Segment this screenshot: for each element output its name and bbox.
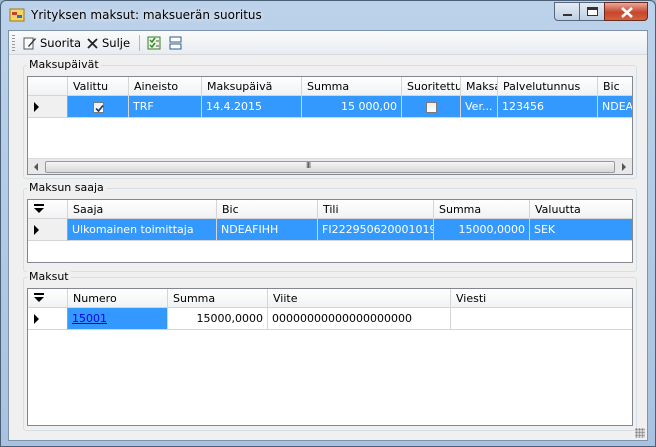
toolbar: Suorita Sulje (9, 31, 647, 55)
row-header-corner[interactable] (28, 200, 68, 219)
col-maksupaiva[interactable]: Maksupäivä (202, 77, 302, 96)
saaja-cell[interactable]: Ulkomainen toimittaja (68, 219, 217, 241)
maksun-saaja-group: Maksun saaja Saaja Bic Tili Summa Valuut… (23, 181, 637, 272)
table-row[interactable]: Ulkomainen toimittaja NDEAFIHH FI2229506… (28, 219, 632, 241)
row-header-corner (28, 77, 68, 96)
col-viite[interactable]: Viite (268, 289, 451, 308)
numero-link[interactable]: 15001 (72, 312, 107, 325)
col-suoritettu[interactable]: Suoritettu (402, 77, 461, 96)
maximize-button[interactable] (579, 2, 605, 21)
checklist-icon (147, 36, 161, 50)
main-window: Yrityksen maksut: maksuerän suoritus Suo… (0, 0, 656, 447)
sulje-label: Sulje (102, 36, 131, 50)
viite-cell[interactable]: 00000000000000000000 (268, 308, 451, 330)
maksupaivat-header: Valittu Aineisto Maksupäivä Summa Suorit… (28, 77, 632, 96)
horizontal-scrollbar[interactable]: III (28, 158, 632, 174)
scroll-right-icon[interactable] (617, 160, 631, 174)
maksa-cell[interactable]: Ver... (461, 96, 498, 118)
checkmark-icon (94, 104, 104, 112)
maksupaivat-legend: Maksupäivät (27, 58, 101, 71)
row-header-corner[interactable] (28, 289, 68, 308)
table-row[interactable]: 15001 15000,0000 00000000000000000000 (28, 308, 632, 330)
col-saaja[interactable]: Saaja (68, 200, 217, 219)
col-summa[interactable]: Summa (302, 77, 402, 96)
maksut-grid: Numero Summa Viite Viesti 15001 15000,00… (27, 288, 633, 426)
scrollbar-thumb[interactable]: III (45, 161, 615, 173)
col-bic[interactable]: Bic (217, 200, 318, 219)
edit-pencil-icon (23, 37, 36, 50)
current-row-arrow-icon (34, 102, 39, 112)
scroll-grip: III (306, 161, 311, 170)
maximize-icon (587, 7, 598, 16)
col-numero[interactable]: Numero (68, 289, 168, 308)
maksut-header: Numero Summa Viite Viesti (28, 289, 632, 308)
col-summa[interactable]: Summa (168, 289, 268, 308)
current-row-arrow-icon (34, 314, 39, 324)
col-valuutta[interactable]: Valuutta (530, 200, 632, 219)
bic-cell[interactable]: NDEAFIHH (217, 219, 318, 241)
col-valittu[interactable]: Valittu (68, 77, 129, 96)
current-row-arrow-icon (34, 225, 39, 235)
title-bar[interactable]: Yrityksen maksut: maksuerän suoritus (1, 1, 655, 29)
split-layout-icon (169, 36, 182, 50)
aineisto-cell[interactable]: TRF (129, 96, 202, 118)
close-icon (621, 7, 633, 18)
resize-grip[interactable] (635, 428, 645, 438)
col-aineisto[interactable]: Aineisto (129, 77, 202, 96)
minimize-icon (563, 14, 572, 16)
toolbar-separator (139, 35, 140, 51)
row-selector[interactable] (28, 219, 68, 241)
maksun-saaja-grid: Saaja Bic Tili Summa Valuutta Ulkomainen… (27, 199, 633, 263)
maksupaivat-group: Maksupäivät Valittu Aineisto Maksupäivä … (23, 58, 637, 179)
row-selector[interactable] (28, 96, 68, 118)
maksupaiva-cell[interactable]: 14.4.2015 (202, 96, 302, 118)
filter-down-icon (34, 293, 44, 302)
tili-cell[interactable]: FI2229506200010190 (318, 219, 434, 241)
suoritettu-checkbox[interactable] (425, 101, 437, 113)
summa-cell[interactable]: 15 000,00 (302, 96, 402, 118)
maksun-saaja-legend: Maksun saaja (27, 181, 106, 194)
maksupaivat-grid: Valittu Aineisto Maksupäivä Summa Suorit… (27, 76, 633, 175)
valuutta-cell[interactable]: SEK (530, 219, 632, 241)
col-maksa[interactable]: Maksa (461, 77, 498, 96)
maksut-legend: Maksut (27, 270, 71, 283)
row-selector[interactable] (28, 308, 68, 330)
toolbar-grip[interactable] (12, 35, 15, 51)
select-all-button[interactable] (147, 33, 161, 53)
scroll-left-icon[interactable] (29, 160, 43, 174)
suorita-button[interactable]: Suorita (23, 33, 81, 53)
col-tili[interactable]: Tili (318, 200, 434, 219)
summa-cell[interactable]: 15000,0000 (434, 219, 530, 241)
close-x-icon (87, 37, 98, 49)
sulje-button[interactable]: Sulje (86, 33, 130, 53)
numero-cell[interactable]: 15001 (68, 308, 168, 330)
col-viesti[interactable]: Viesti (451, 289, 632, 308)
summa-cell[interactable]: 15000,0000 (168, 308, 268, 330)
maksun-saaja-header: Saaja Bic Tili Summa Valuutta (28, 200, 632, 219)
client-area: Suorita Sulje Maksupäivät Valittu Aineis… (8, 30, 648, 441)
close-button[interactable] (604, 2, 648, 21)
valittu-cell[interactable] (68, 96, 129, 118)
layout-button[interactable] (169, 33, 182, 53)
app-icon (9, 8, 25, 22)
minimize-button[interactable] (554, 2, 580, 21)
table-row[interactable]: TRF 14.4.2015 15 000,00 Ver... 123456 ND… (28, 96, 632, 118)
suorita-label: Suorita (40, 36, 82, 50)
bic-cell[interactable]: NDEA (598, 96, 632, 118)
palvelutunnus-cell[interactable]: 123456 (498, 96, 598, 118)
col-summa[interactable]: Summa (434, 200, 530, 219)
valittu-checkbox[interactable] (92, 101, 104, 113)
maksut-group: Maksut Numero Summa Viite Viesti 15001 1… (23, 270, 637, 431)
viesti-cell[interactable] (451, 308, 632, 330)
suoritettu-cell[interactable] (402, 96, 461, 118)
filter-down-icon (34, 204, 44, 213)
col-bic[interactable]: Bic (598, 77, 632, 96)
col-palvelutunnus[interactable]: Palvelutunnus (498, 77, 598, 96)
window-title: Yrityksen maksut: maksuerän suoritus (31, 8, 262, 22)
